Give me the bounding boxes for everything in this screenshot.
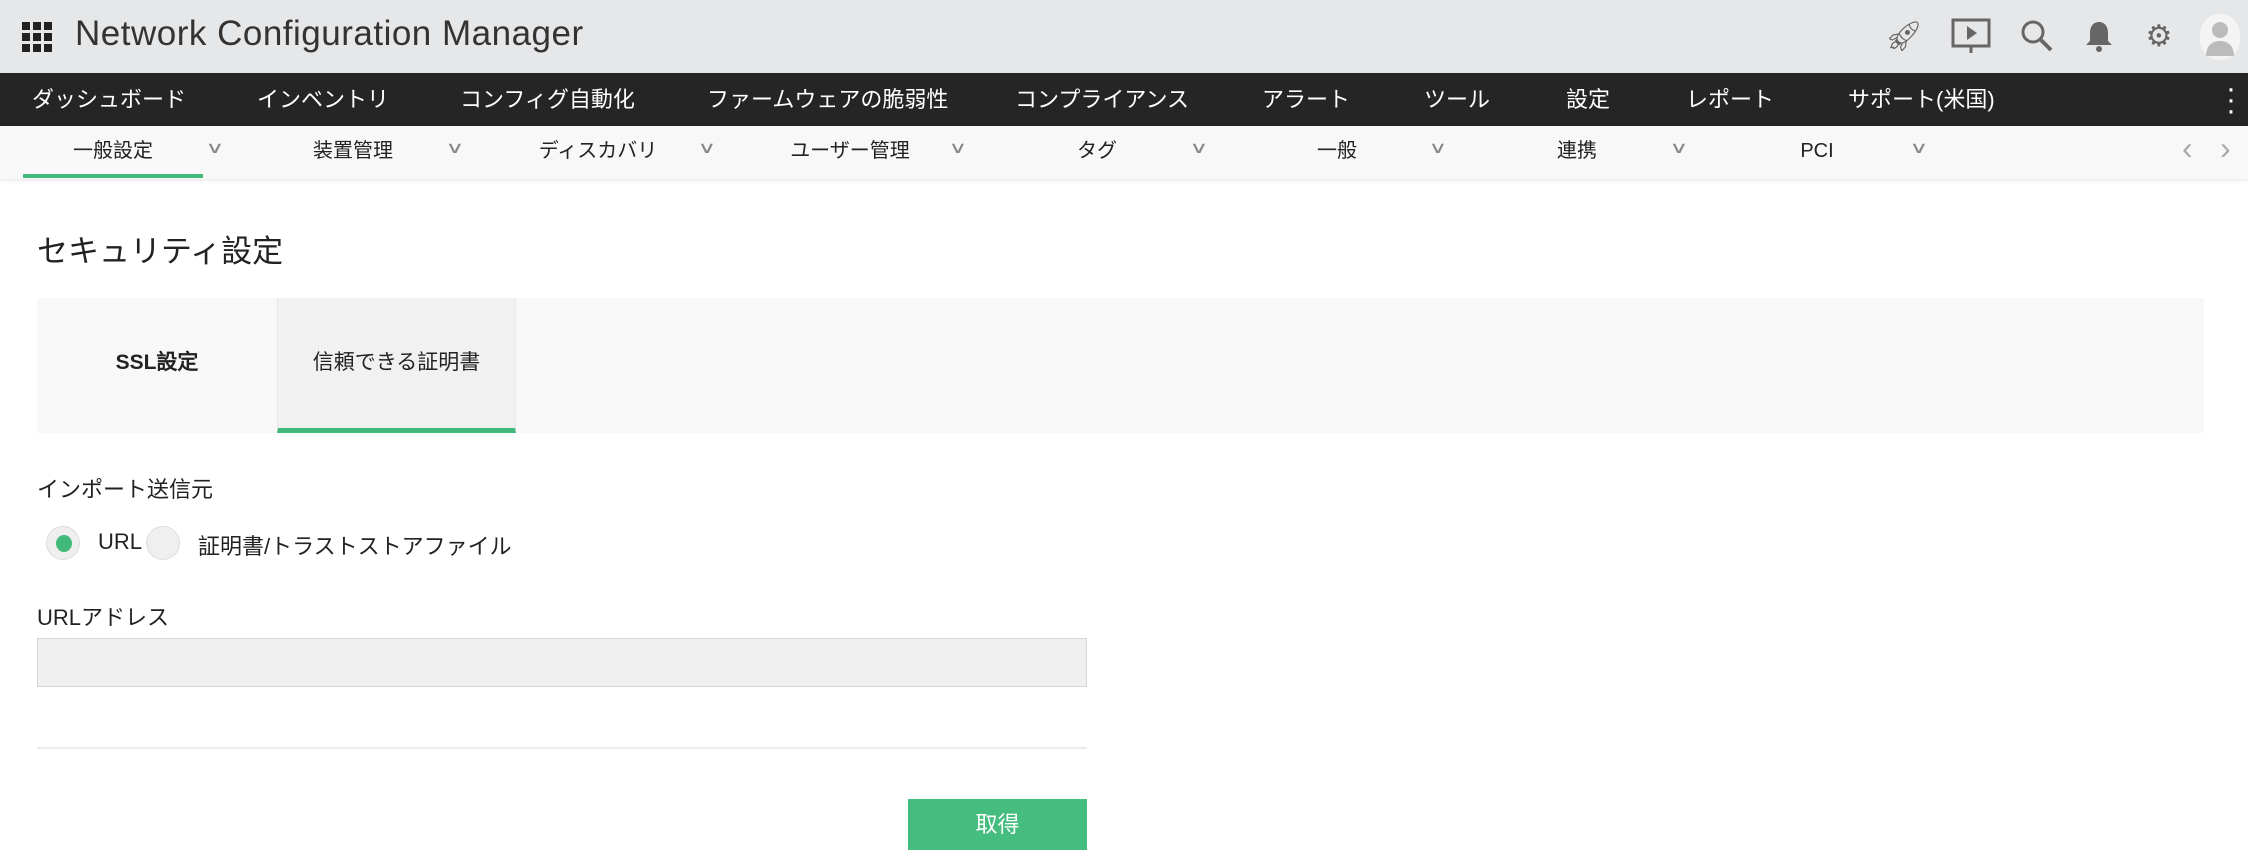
subnav-general-settings[interactable]: 一般設定	[0, 126, 233, 176]
url-address-input[interactable]	[37, 638, 1087, 687]
tab-trusted-certificates[interactable]: 信頼できる証明書	[277, 298, 516, 433]
subnav-integration[interactable]: 連携	[1457, 126, 1697, 176]
scroll-left-icon[interactable]: ‹	[2182, 130, 2193, 167]
divider	[37, 747, 1087, 749]
subnav-pci[interactable]: PCI	[1697, 126, 1937, 176]
chevron-down-icon[interactable]: ∨	[1189, 138, 1208, 158]
apps-grid-icon[interactable]	[22, 22, 52, 52]
nav-firmware-vulnerability[interactable]: ファームウェアの脆弱性	[707, 73, 948, 126]
app-title: Network Configuration Manager	[75, 14, 584, 53]
chevron-down-icon[interactable]: ∨	[1428, 138, 1447, 158]
chevron-down-icon[interactable]: ∨	[1909, 138, 1928, 158]
chevron-down-icon[interactable]: ∨	[948, 138, 967, 158]
subnav-discovery[interactable]: ディスカバリ	[478, 126, 718, 176]
search-icon[interactable]	[2017, 16, 2057, 56]
nav-reports[interactable]: レポート	[1686, 73, 1774, 126]
sub-nav: 一般設定 ∨ 装置管理 ∨ ディスカバリ ∨ ユーザー管理 ∨ タグ ∨ 一般 …	[0, 126, 2248, 179]
radio-certificate-file[interactable]	[146, 526, 180, 560]
chevron-down-icon[interactable]: ∨	[205, 138, 224, 158]
radio-certificate-file-label[interactable]: 証明書/トラストストアファイル	[198, 529, 512, 561]
presentation-icon[interactable]	[1951, 16, 1991, 56]
subnav-user-management[interactable]: ユーザー管理	[730, 126, 970, 176]
url-address-label: URLアドレス	[37, 605, 170, 630]
gear-icon[interactable]: ⚙	[2139, 16, 2179, 56]
nav-inventory[interactable]: インベントリ	[257, 73, 389, 126]
nav-tools[interactable]: ツール	[1424, 73, 1490, 126]
main-nav: ダッシュボード インベントリ コンフィグ自動化 ファームウェアの脆弱性 コンプラ…	[0, 73, 2248, 126]
subnav-tags[interactable]: タグ	[977, 126, 1217, 176]
subnav-device-management[interactable]: 装置管理	[233, 126, 473, 176]
top-bar: Network Configuration Manager 🚀︎ ⚙	[0, 0, 2248, 73]
chevron-down-icon[interactable]: ∨	[445, 138, 464, 158]
bell-icon[interactable]	[2079, 16, 2119, 56]
nav-config-automation[interactable]: コンフィグ自動化	[460, 73, 635, 126]
tab-ssl-settings[interactable]: SSL設定	[37, 298, 277, 433]
chevron-down-icon[interactable]: ∨	[697, 138, 716, 158]
nav-support[interactable]: サポート(米国)	[1848, 73, 1995, 126]
rocket-icon[interactable]: 🚀︎	[1884, 16, 1924, 56]
radio-url[interactable]	[46, 526, 80, 560]
subnav-general[interactable]: 一般	[1217, 126, 1457, 176]
chevron-down-icon[interactable]: ∨	[1669, 138, 1688, 158]
avatar-icon[interactable]	[2200, 14, 2240, 60]
fetch-button[interactable]: 取得	[908, 799, 1087, 850]
radio-url-label[interactable]: URL	[98, 529, 142, 555]
page-title: セキュリティ設定	[37, 234, 284, 269]
more-menu-icon[interactable]: · · ·	[2226, 74, 2236, 126]
scroll-right-icon[interactable]: ›	[2220, 130, 2231, 167]
tab-bar: SSL設定 信頼できる証明書	[37, 298, 2204, 433]
active-subnav-indicator	[23, 174, 203, 178]
nav-compliance[interactable]: コンプライアンス	[1015, 73, 1189, 126]
nav-alerts[interactable]: アラート	[1262, 73, 1350, 126]
nav-dashboard[interactable]: ダッシュボード	[32, 73, 186, 126]
import-source-label: インポート送信元	[37, 477, 214, 502]
nav-settings[interactable]: 設定	[1566, 73, 1610, 126]
